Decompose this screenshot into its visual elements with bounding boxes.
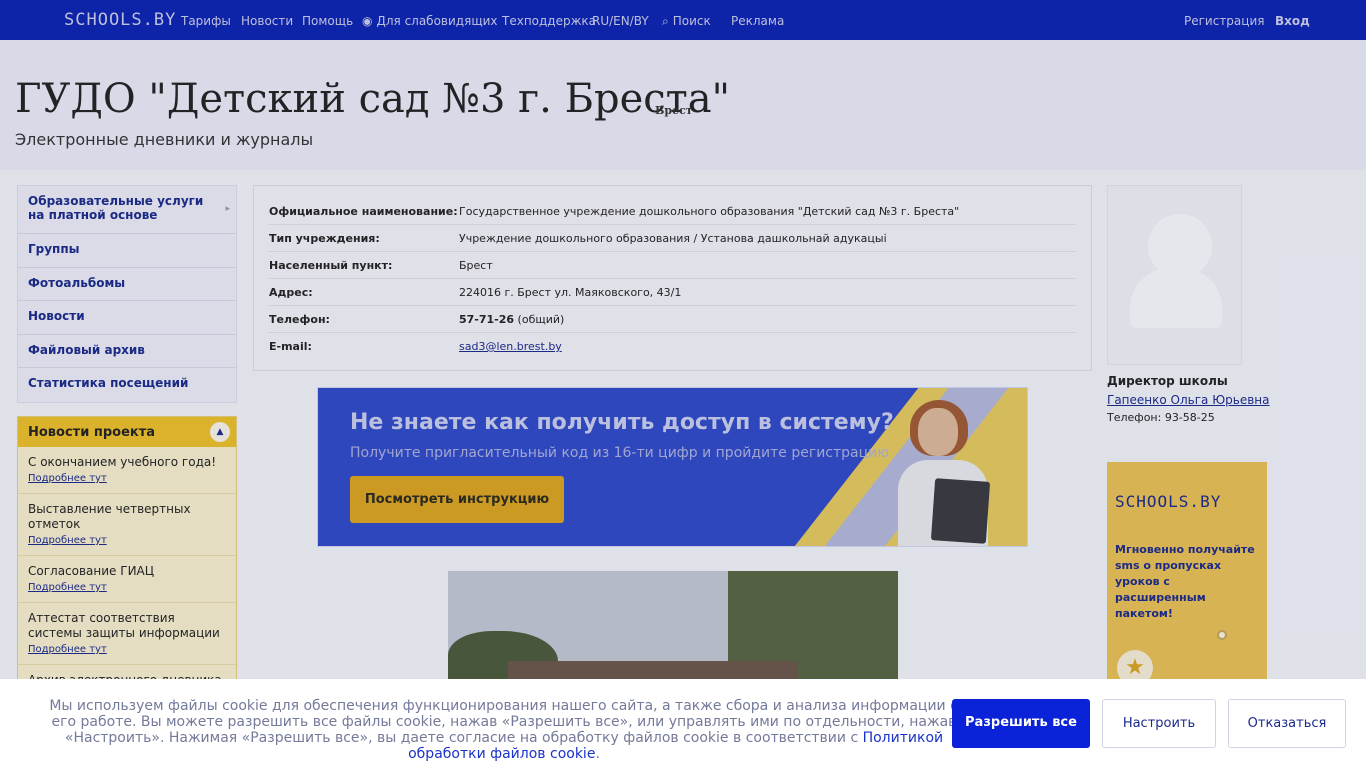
banner-subtitle: Получите пригласительный код из 16-ти ци…: [350, 445, 890, 461]
sidebar-item-photo-albums[interactable]: Фотоальбомы: [18, 268, 236, 301]
news-more-link[interactable]: Подробнее тут: [28, 644, 107, 655]
top-navbar: SCHOOLS.BY Тарифы Новости Помощь ◉ Для сл…: [0, 0, 1366, 40]
eye-icon: ◉: [362, 14, 373, 28]
cookie-consent-bar: Мы используем файлы cookie для обеспечен…: [0, 679, 1366, 768]
login-link[interactable]: Вход: [1275, 14, 1310, 28]
chevron-right-icon: ▸: [225, 204, 230, 214]
nav-news[interactable]: Новости: [241, 14, 293, 28]
allow-all-button[interactable]: Разрешить все: [952, 699, 1090, 748]
news-more-link[interactable]: Подробнее тут: [28, 535, 107, 546]
cookie-settings-button[interactable]: Настроить: [1102, 699, 1216, 748]
promo-logo: SCHOOLS.BY: [1115, 492, 1222, 511]
project-news-header: Новости проекта ▲: [18, 417, 236, 447]
director-role: Директор школы: [1107, 374, 1228, 388]
info-row-locality: Населенный пункт: Брест: [269, 252, 1076, 279]
page-subtitle: Электронные дневники и журналы: [15, 130, 314, 149]
search-icon: ⌕: [662, 14, 669, 28]
nav-support[interactable]: Техподдержка: [502, 14, 596, 28]
banner-heading: Не знаете как получить доступ в систему?: [350, 410, 894, 435]
director-avatar: [1107, 185, 1242, 365]
email-link[interactable]: sad3@len.brest.by: [459, 340, 562, 353]
decline-button[interactable]: Отказаться: [1228, 699, 1346, 748]
sidebar-item-paid-services[interactable]: Образовательные услуги на платной основе…: [18, 186, 236, 234]
school-city: Брест: [655, 104, 693, 117]
info-row-phone: Телефон: 57-71-26 (общий): [269, 306, 1076, 333]
news-item: Аттестат соответствия системы защиты инф…: [18, 603, 236, 665]
page-title: ГУДО "Детский сад №3 г. Бреста": [15, 76, 731, 122]
news-item: Согласование ГИАЦ Подробнее тут: [18, 556, 236, 603]
news-item: С окончанием учебного года! Подробнее ту…: [18, 447, 236, 494]
site-logo[interactable]: SCHOOLS.BY: [64, 10, 176, 30]
cookie-text: Мы используем файлы cookie для обеспечен…: [49, 698, 959, 762]
school-info-card: Официальное наименование: Государственно…: [253, 185, 1092, 371]
sidebar-menu: Образовательные услуги на платной основе…: [17, 185, 237, 403]
access-banner[interactable]: Не знаете как получить доступ в систему?…: [317, 387, 1028, 547]
nav-ads[interactable]: Реклама: [731, 14, 784, 28]
nav-search[interactable]: ⌕ Поиск: [662, 14, 711, 29]
project-news-panel: Новости проекта ▲ С окончанием учебного …: [17, 416, 237, 706]
register-link[interactable]: Регистрация: [1184, 14, 1264, 28]
sms-promo-banner[interactable]: SCHOOLS.BY Мгновенно получайте sms о про…: [1107, 462, 1267, 692]
news-item: Выставление четвертных отметок Подробнее…: [18, 494, 236, 556]
news-more-link[interactable]: Подробнее тут: [28, 582, 107, 593]
news-more-link[interactable]: Подробнее тут: [28, 473, 107, 484]
school-photo: [448, 571, 898, 691]
info-row-email: E-mail: sad3@len.brest.by: [269, 340, 562, 353]
nav-tariffs[interactable]: Тарифы: [181, 14, 231, 28]
nav-help[interactable]: Помощь: [302, 14, 353, 28]
info-row-type: Тип учреждения: Учреждение дошкольного о…: [269, 225, 1076, 252]
nav-language[interactable]: RU/EN/BY: [592, 14, 649, 28]
view-instructions-button[interactable]: Посмотреть инструкцию: [350, 476, 564, 523]
sidebar-item-news[interactable]: Новости: [18, 301, 236, 335]
director-name-link[interactable]: Гапеенко Ольга Юрьевна: [1107, 393, 1270, 407]
sidebar-item-groups[interactable]: Группы: [18, 234, 236, 268]
collapse-icon[interactable]: ▲: [210, 422, 230, 442]
info-row-official-name: Официальное наименование: Государственно…: [269, 198, 1076, 225]
promo-text: Мгновенно получайте sms о пропусках урок…: [1115, 543, 1255, 620]
nav-accessibility[interactable]: ◉ Для слабовидящих: [362, 14, 498, 28]
director-phone: Телефон: 93-58-25: [1107, 411, 1215, 424]
sidebar-item-file-archive[interactable]: Файловый архив: [18, 335, 236, 368]
sidebar-item-statistics[interactable]: Статистика посещений: [18, 368, 236, 402]
info-row-address: Адрес: 224016 г. Брест ул. Маяковского, …: [269, 279, 1076, 306]
banner-person-image: [888, 396, 1008, 546]
promo-dot: [1217, 630, 1227, 640]
